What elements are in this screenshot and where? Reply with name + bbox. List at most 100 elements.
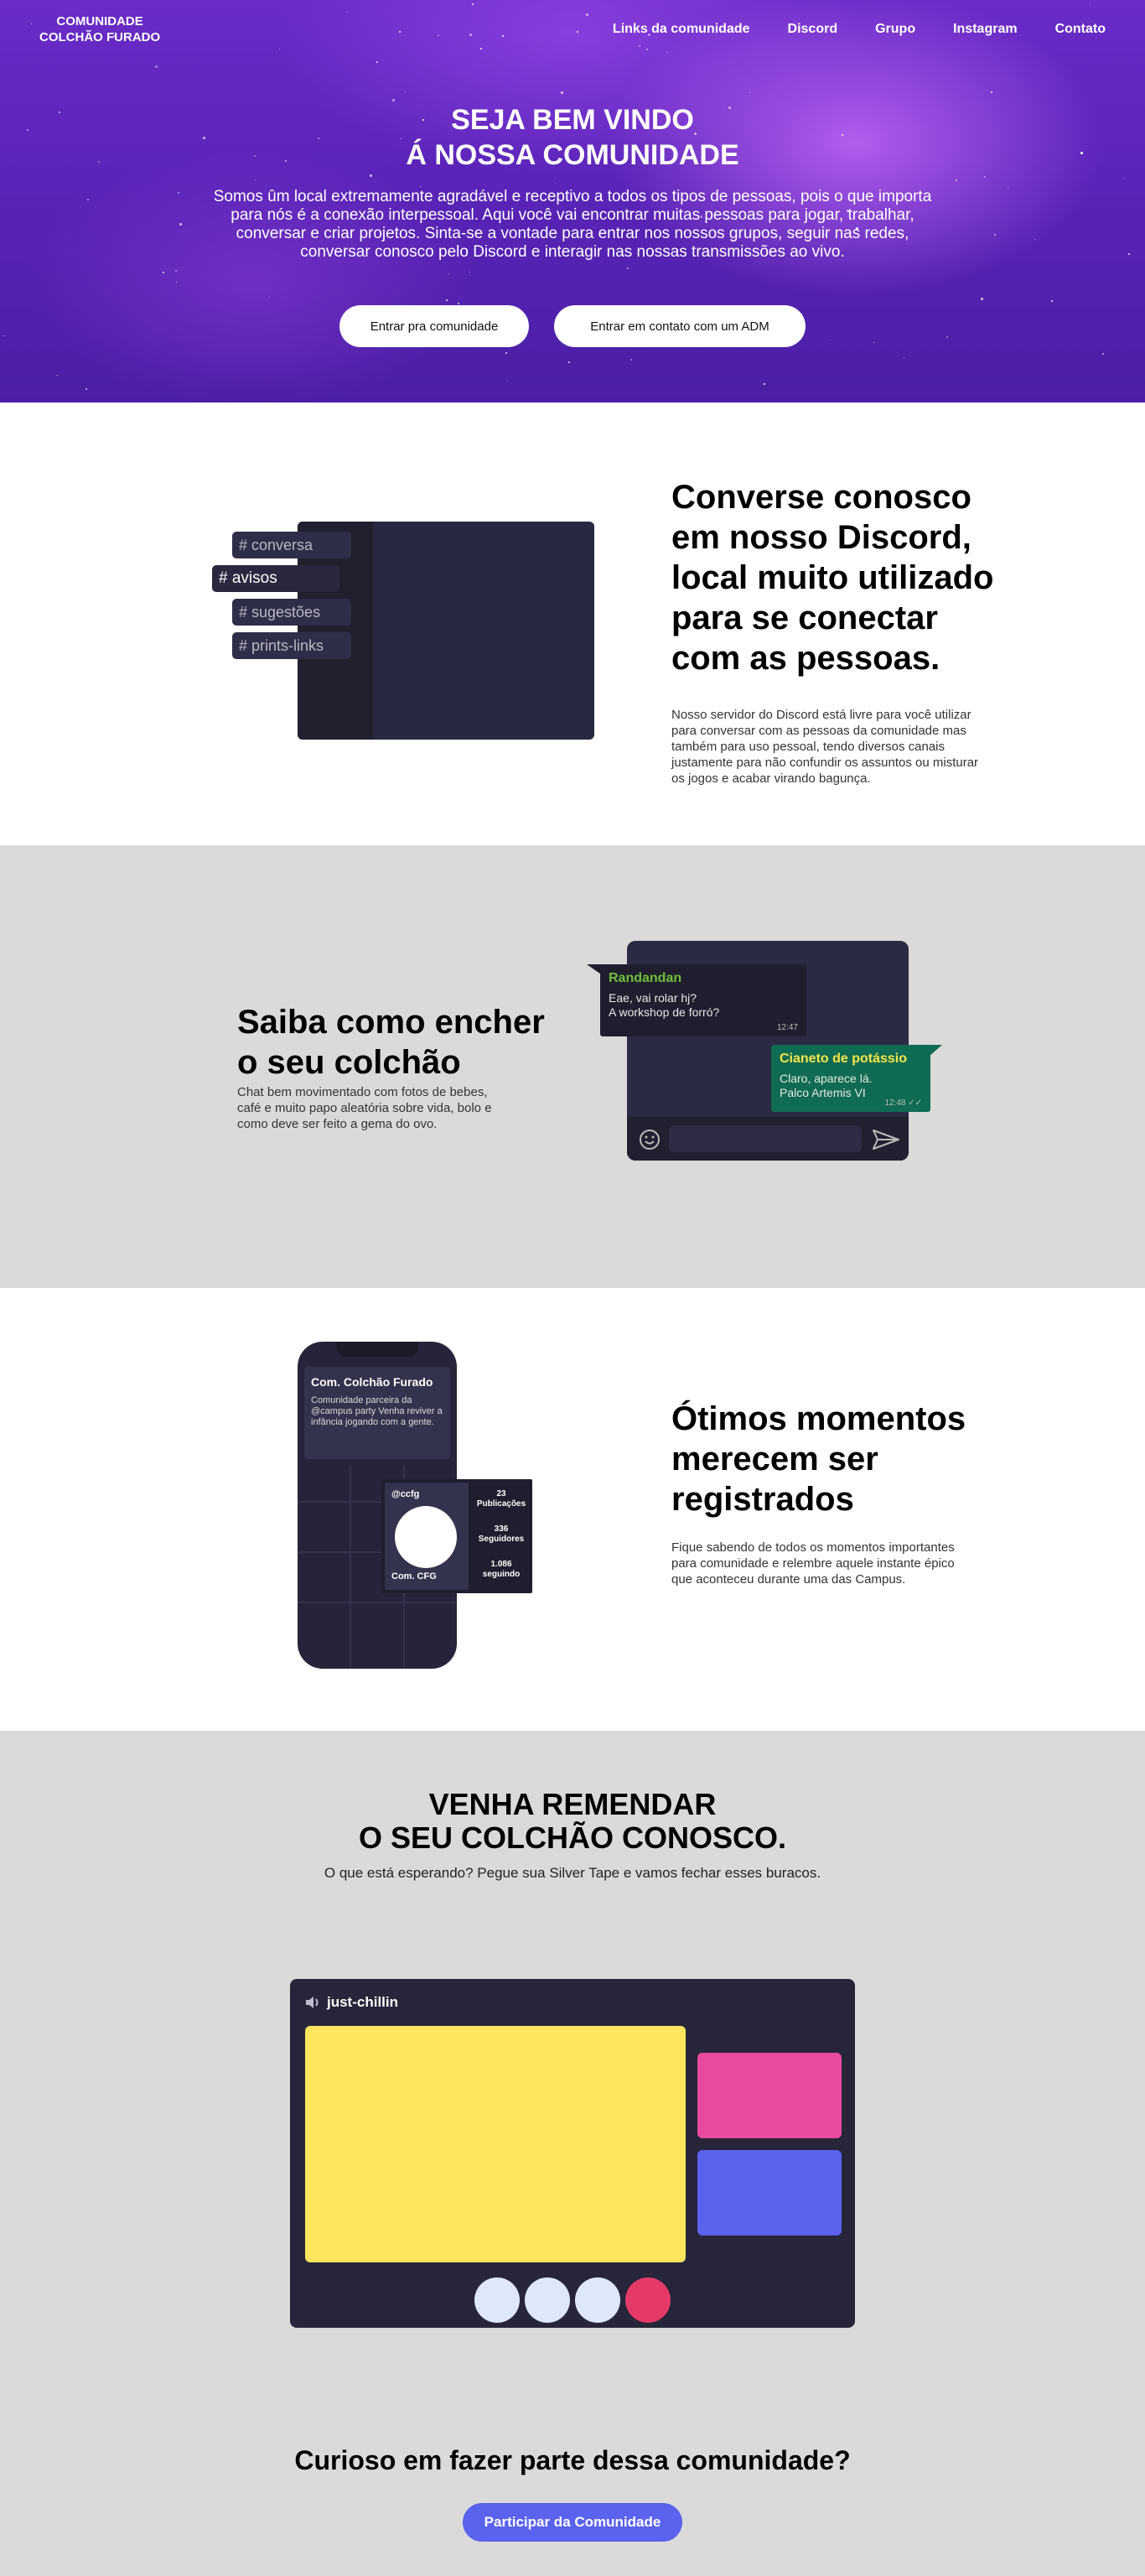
star xyxy=(376,61,378,63)
nav-link-instagram[interactable]: Instagram xyxy=(953,22,1017,37)
channel-sugestoes: # sugestões xyxy=(232,599,351,626)
instagram-description: Fique sabendo de todos os momentos impor… xyxy=(671,1540,955,1587)
star xyxy=(991,91,992,93)
phone-notch xyxy=(336,1342,418,1357)
grid-divider xyxy=(350,1466,351,1667)
profile-bio-card: Com. Colchão Furado Comunidade parceira … xyxy=(304,1367,450,1459)
chat-text-block: Saiba como encher o seu colchão Chat bem… xyxy=(237,845,545,1288)
hero-buttons: Entrar pra comunidade Entrar em contato … xyxy=(0,305,1145,347)
chat-section: Saiba como encher o seu colchão Chat bem… xyxy=(0,845,1145,1288)
site-logo[interactable]: COMUNIDADE COLCHÃO FURADO xyxy=(39,13,160,45)
stat-following-label: seguindo xyxy=(482,1570,521,1579)
channel-prints-links: # prints-links xyxy=(232,632,351,659)
discord-title: Converse conosco em nosso Discord, local… xyxy=(671,479,994,677)
call-control-button[interactable] xyxy=(575,2277,620,2323)
discord-description: Nosso servidor do Discord está livre par… xyxy=(671,708,979,786)
star xyxy=(506,381,507,382)
channel-avisos: # avisos xyxy=(212,565,339,592)
voice-call-illustration: just-chillin xyxy=(290,1979,855,2328)
discord-section: # conversa # avisos # sugestões # prints… xyxy=(0,402,1145,845)
chat-title-line-2: o seu colchão xyxy=(237,1043,461,1081)
profile-name: Com. CFG xyxy=(391,1571,437,1581)
final-header: VENHA REMENDAR O SEU COLCHÃO CONOSCO. O … xyxy=(0,1788,1145,1882)
star xyxy=(630,359,632,361)
avatar xyxy=(395,1506,457,1568)
star xyxy=(749,92,750,93)
profile-bio: Comunidade parceira da @campus party Ven… xyxy=(311,1395,443,1427)
star xyxy=(155,65,158,68)
chat-description: Chat bem movimentado com fotos de bebes,… xyxy=(237,1084,492,1131)
hero-title-line-1: SEJA BEM VINDO xyxy=(451,104,694,136)
chat-message-incoming: Randandan Eae, vai rolar hj? A workshop … xyxy=(600,964,806,1036)
cta-block: Curioso em fazer parte dessa comunidade?… xyxy=(0,2445,1145,2542)
star xyxy=(57,375,58,376)
nav-link-community-links[interactable]: Links da comunidade xyxy=(613,22,750,37)
video-main-tile xyxy=(305,2026,686,2262)
speaker-icon xyxy=(306,1997,319,2008)
discord-text-block: Converse conosco em nosso Discord, local… xyxy=(671,477,1007,787)
chat-message-input[interactable] xyxy=(669,1125,862,1152)
stat-followers-count: 336 xyxy=(494,1524,509,1534)
nav-link-contact[interactable]: Contato xyxy=(1055,22,1106,37)
send-icon[interactable] xyxy=(872,1129,900,1150)
participate-community-button[interactable]: Participar da Comunidade xyxy=(463,2503,682,2542)
hero-content: SEJA BEM VINDO Á NOSSA COMUNIDADE Somos … xyxy=(0,102,1145,347)
video-participant-tile xyxy=(697,2053,842,2138)
bubble-tail-right xyxy=(929,1045,942,1057)
chat-input-bar xyxy=(627,1117,909,1161)
stat-posts-count: 23 xyxy=(496,1489,506,1498)
final-title-line-1: VENHA REMENDAR xyxy=(428,1787,717,1821)
video-participant-tile xyxy=(697,2150,842,2236)
cta-title: Curioso em fazer parte dessa comunidade? xyxy=(294,2445,851,2475)
nav-menu: Links da comunidade Discord Grupo Instag… xyxy=(613,22,1106,37)
star xyxy=(568,361,570,363)
chat-title: Saiba como encher o seu colchão xyxy=(237,1002,545,1083)
contact-admin-button[interactable]: Entrar em contato com um ADM xyxy=(554,305,806,347)
profile-info: @ccfg Com. CFG xyxy=(385,1483,469,1590)
profile-title: Com. Colchão Furado xyxy=(311,1375,433,1389)
final-title: VENHA REMENDAR O SEU COLCHÃO CONOSCO. xyxy=(0,1788,1145,1855)
final-section: VENHA REMENDAR O SEU COLCHÃO CONOSCO. O … xyxy=(0,1731,1145,2576)
logo-line-1: COMUNIDADE xyxy=(56,14,143,29)
stat-following-count: 1.086 xyxy=(490,1560,512,1569)
message-line-1: Eae, vai rolar hj? xyxy=(609,991,697,1005)
nav-link-discord[interactable]: Discord xyxy=(788,22,838,37)
star xyxy=(1102,353,1104,355)
voice-channel-header: just-chillin xyxy=(305,1994,398,2011)
chat-message-outgoing: Cianeto de potássio Claro, aparece lá. P… xyxy=(771,1045,930,1112)
logo-line-2: COLCHÃO FURADO xyxy=(39,30,161,44)
message-sender: Cianeto de potássio xyxy=(780,1052,908,1066)
hero-description: Somos ûm local extremamente agradável e … xyxy=(213,188,932,261)
chat-title-line-1: Saiba como encher xyxy=(237,1003,545,1041)
final-subtitle: O que está esperando? Pegue sua Silver T… xyxy=(324,1865,821,1881)
message-line-2: A workshop de forró? xyxy=(609,1005,720,1019)
message-time: 12:47 xyxy=(776,1023,798,1032)
instagram-text-block: Ótimos momentos merecem ser registrados … xyxy=(671,1399,1023,1587)
star xyxy=(505,352,507,354)
hero-title: SEJA BEM VINDO Á NOSSA COMUNIDADE xyxy=(0,102,1145,173)
star xyxy=(85,388,87,390)
stat-followers-label: Seguidores xyxy=(478,1535,525,1544)
channel-conversa: # conversa xyxy=(232,532,351,558)
call-control-button[interactable] xyxy=(525,2277,570,2323)
call-control-button[interactable] xyxy=(474,2277,520,2323)
star xyxy=(561,91,563,94)
voice-channel-name: just-chillin xyxy=(327,1994,398,2010)
profile-handle: @ccfg xyxy=(391,1489,420,1499)
message-sender: Randandan xyxy=(609,971,682,985)
star xyxy=(392,99,395,101)
message-line-1: Claro, aparece lá. xyxy=(780,1072,873,1085)
hang-up-button[interactable] xyxy=(625,2277,671,2323)
emoji-icon xyxy=(640,1130,660,1150)
top-nav: COMUNIDADE COLCHÃO FURADO Links da comun… xyxy=(0,0,1145,59)
stat-posts: 23 Publicações xyxy=(474,1489,529,1509)
hero-title-line-2: Á NOSSA COMUNIDADE xyxy=(406,139,739,171)
profile-stats-card: @ccfg Com. CFG 23 Publicações 336 Seguid… xyxy=(381,1479,532,1593)
grid-divider xyxy=(298,1602,457,1603)
star xyxy=(405,91,406,92)
stat-following: 1.086 seguindo xyxy=(474,1560,529,1580)
stat-posts-label: Publicações xyxy=(476,1499,526,1509)
instagram-title: Ótimos momentos merecem ser registrados xyxy=(671,1400,966,1518)
join-community-button[interactable]: Entrar pra comunidade xyxy=(339,305,529,347)
nav-link-group[interactable]: Grupo xyxy=(875,22,915,37)
